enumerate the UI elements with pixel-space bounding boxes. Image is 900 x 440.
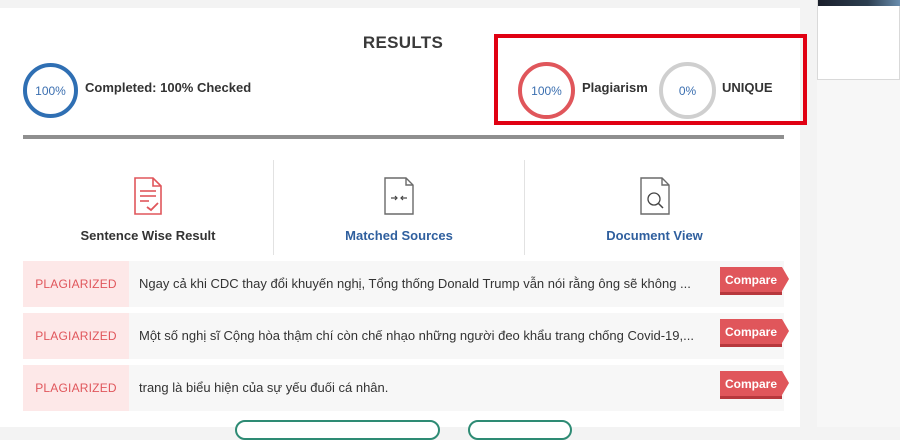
side-column <box>817 80 900 427</box>
completed-ring-value: 100% <box>35 83 66 98</box>
compare-button[interactable]: Compare <box>720 319 789 344</box>
tab-label: Document View <box>606 228 703 243</box>
status-badge: PLAGIARIZED <box>23 365 129 411</box>
compare-button[interactable]: Compare <box>720 267 789 292</box>
page-title: RESULTS <box>362 33 444 52</box>
result-sentence: Một số nghị sĩ Cộng hòa thậm chí còn chế… <box>139 328 694 343</box>
bottom-secondary-button[interactable] <box>468 420 572 440</box>
result-row: PLAGIARIZED Một số nghị sĩ Cộng hòa thậm… <box>23 313 789 359</box>
tab-label: Matched Sources <box>345 228 453 243</box>
highlight-annotation-box <box>494 34 807 125</box>
document-check-icon <box>132 176 164 221</box>
tab-sentence-wise-result[interactable]: Sentence Wise Result <box>23 160 273 255</box>
tab-label: Sentence Wise Result <box>80 228 216 243</box>
thumbnail-strip <box>818 0 900 6</box>
status-badge: PLAGIARIZED <box>23 261 129 307</box>
progress-divider <box>23 135 784 139</box>
result-row: PLAGIARIZED Ngay cả khi CDC thay đổi khu… <box>23 261 789 307</box>
compare-arrows-icon <box>382 176 416 221</box>
tab-document-view[interactable]: Document View <box>525 160 784 255</box>
side-thumbnail[interactable] <box>817 0 900 80</box>
status-badge: PLAGIARIZED <box>23 313 129 359</box>
completed-progress-ring: 100% <box>23 63 78 118</box>
completed-label: Completed: 100% Checked <box>85 80 252 95</box>
result-tabs: Sentence Wise Result Matched Sources Doc… <box>23 160 784 255</box>
document-search-icon <box>638 176 672 221</box>
compare-button[interactable]: Compare <box>720 371 789 396</box>
result-row: PLAGIARIZED trang là biểu hiện của sự yế… <box>23 365 789 411</box>
result-sentence: Ngay cả khi CDC thay đổi khuyến nghị, Tổ… <box>139 276 691 291</box>
result-sentence: trang là biểu hiện của sự yếu đuối cá nh… <box>139 380 389 395</box>
tab-matched-sources[interactable]: Matched Sources <box>274 160 524 255</box>
bottom-action-button[interactable] <box>235 420 440 440</box>
